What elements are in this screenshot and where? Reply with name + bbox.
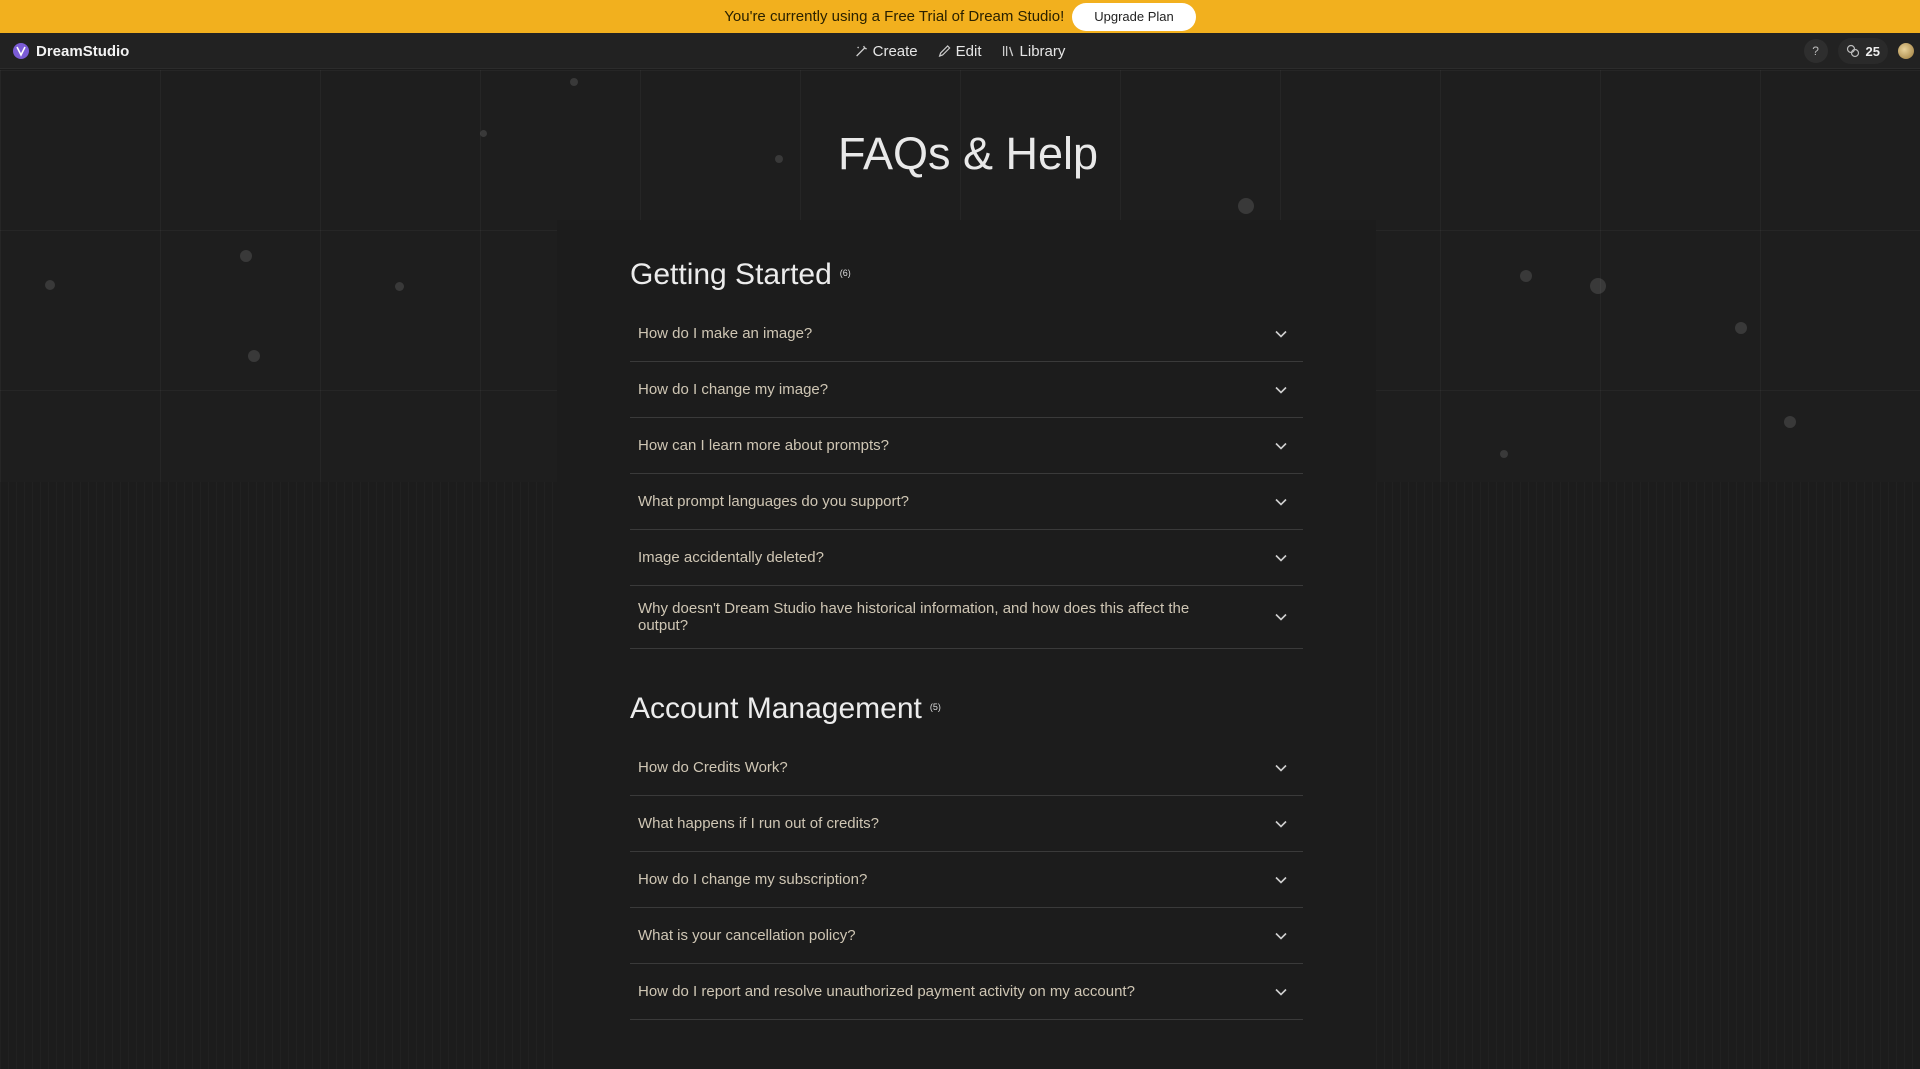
chevron-down-icon (1275, 386, 1287, 394)
library-icon (1002, 46, 1014, 57)
header-tools: ? 25 (1803, 33, 1914, 69)
trial-banner: You're currently using a Free Trial of D… (0, 0, 1920, 33)
faq-item[interactable]: Image accidentally deleted? (630, 530, 1303, 586)
brand-name: DreamStudio (36, 42, 130, 60)
chevron-down-icon (1275, 820, 1287, 828)
chevron-down-icon (1275, 442, 1287, 450)
faq-question: What happens if I run out of credits? (638, 815, 879, 832)
page-title: FAQs & Help (837, 128, 1099, 179)
section-title-text: Getting Started (630, 258, 832, 291)
faq-item[interactable]: What is your cancellation policy? (630, 908, 1303, 964)
main-nav: Create Edit Library (855, 33, 1066, 69)
credits-badge[interactable]: 25 (1837, 38, 1888, 64)
upgrade-plan-button[interactable]: Upgrade Plan (1072, 2, 1196, 31)
faq-question: How do I change my image? (638, 381, 829, 398)
help-button[interactable]: ? (1803, 39, 1828, 63)
faq-question: Image accidentally deleted? (638, 549, 824, 566)
chevron-down-icon (1275, 764, 1287, 772)
nav-library[interactable]: Library (1002, 42, 1066, 60)
top-navigation-bar: DreamStudio Create Edit Library ? 25 (0, 33, 1920, 69)
section-account-management: Account Management (5) How do Credits Wo… (630, 692, 1303, 1020)
chevron-down-icon (1275, 330, 1287, 338)
section-count: (6) (839, 268, 851, 278)
faq-item[interactable]: What happens if I run out of credits? (630, 796, 1303, 852)
nav-edit-label: Edit (955, 42, 982, 60)
credits-count: 25 (1865, 43, 1880, 59)
section-title-text: Account Management (630, 692, 922, 725)
section-title: Account Management (5) (630, 692, 1303, 740)
trial-message: You're currently using a Free Trial of D… (724, 8, 1065, 25)
wand-icon (856, 45, 867, 57)
chevron-down-icon (1275, 498, 1287, 506)
faq-item[interactable]: How do I report and resolve unauthorized… (630, 964, 1303, 1020)
pencil-icon (938, 45, 951, 57)
chevron-down-icon (1275, 876, 1287, 884)
user-avatar[interactable] (1898, 43, 1914, 59)
faq-panel: Getting Started (6) How do I make an ima… (557, 220, 1376, 1069)
faq-item[interactable]: Why doesn't Dream Studio have historical… (630, 586, 1303, 649)
faq-question: How can I learn more about prompts? (638, 437, 889, 454)
chevron-down-icon (1275, 554, 1287, 562)
help-label: ? (1812, 44, 1819, 58)
faq-item[interactable]: What prompt languages do you support? (630, 474, 1303, 530)
faq-question: Why doesn't Dream Studio have historical… (638, 600, 1190, 634)
chevron-down-icon (1275, 988, 1287, 996)
faq-item[interactable]: How can I learn more about prompts? (630, 418, 1303, 474)
faq-item[interactable]: How do I change my subscription? (630, 852, 1303, 908)
faq-question: What is your cancellation policy? (638, 927, 856, 944)
nav-create-label: Create (872, 42, 918, 60)
faq-question: How do I make an image? (638, 325, 813, 342)
faq-item[interactable]: How do I make an image? (630, 306, 1303, 362)
faq-question: What prompt languages do you support? (638, 493, 910, 510)
faq-question: How do I report and resolve unauthorized… (638, 983, 1135, 1000)
nav-library-label: Library (1019, 42, 1066, 60)
section-count: (5) (929, 702, 941, 712)
faq-question: How do Credits Work? (638, 759, 788, 776)
faq-item[interactable]: How do I change my image? (630, 362, 1303, 418)
dreamstudio-logo-icon (13, 43, 29, 59)
section-title: Getting Started (6) (630, 258, 1303, 306)
nav-create[interactable]: Create (855, 43, 918, 60)
faq-question: How do I change my subscription? (638, 871, 868, 888)
coins-icon (1846, 44, 1859, 58)
faq-item[interactable]: How do Credits Work? (630, 740, 1303, 796)
brand-logo[interactable]: DreamStudio (12, 33, 129, 69)
nav-edit[interactable]: Edit (938, 43, 982, 60)
chevron-down-icon (1275, 613, 1287, 621)
section-getting-started: Getting Started (6) How do I make an ima… (630, 258, 1303, 649)
chevron-down-icon (1275, 932, 1287, 940)
